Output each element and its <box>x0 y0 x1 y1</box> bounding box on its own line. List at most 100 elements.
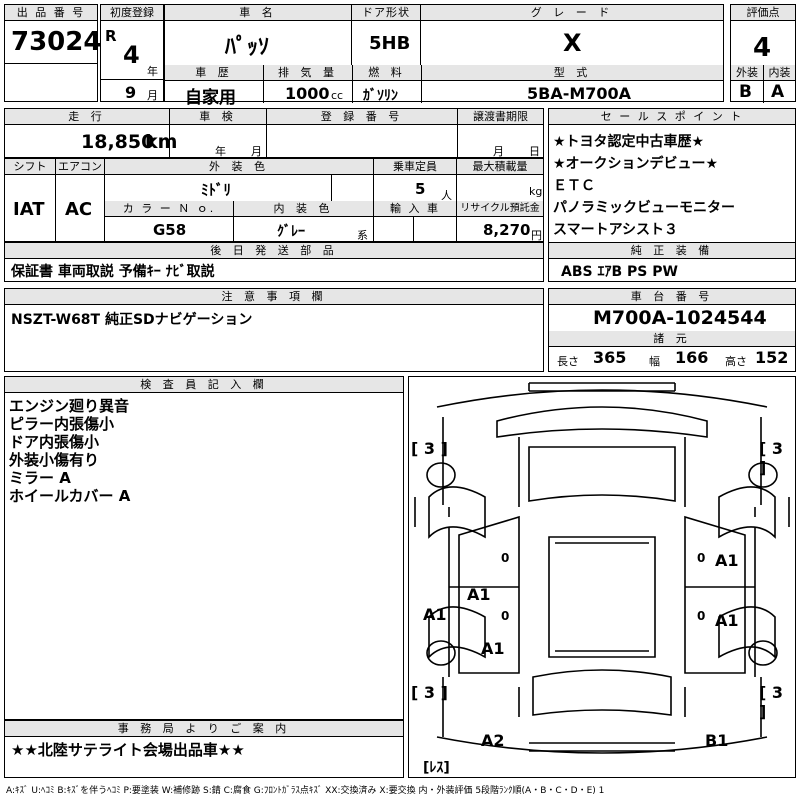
exterior-header: 外装 <box>731 65 763 81</box>
score-header: 評価点 <box>731 5 795 21</box>
transfer-day-unit: 日 <box>529 145 540 158</box>
damage-mark-a1-right-front: A1 <box>715 551 739 570</box>
max-load-unit: kg <box>529 185 543 198</box>
genuine-equip-header: 純 正 装 備 <box>549 243 795 259</box>
damage-mark-a1-left-rear: A1 <box>481 639 505 658</box>
later-parts: 保証書 車両取説 予備ｷｰ ﾅﾋﾞ取説 <box>11 264 215 280</box>
dim-height: 152 <box>755 348 789 367</box>
dim-height-label: 高さ <box>725 355 747 368</box>
transfer-deadline-header: 譲渡書期限 <box>458 109 543 125</box>
inspector-box: 検 査 員 記 入 欄 エンジン廻り異音 ピラー内張傷小 ドア内張傷小 外装小傷… <box>4 376 404 720</box>
mileage: 18,850 <box>81 131 155 153</box>
inspection-header: 車 検 <box>170 109 266 125</box>
reg-month: 9 <box>125 83 137 102</box>
color-no-header: カ ラ ー Ｎ ｏ. <box>105 201 233 217</box>
interior-color-unit: 系 <box>357 229 368 242</box>
capacity: 5 <box>415 180 426 198</box>
exterior-color-header: 外 装 色 <box>105 159 373 175</box>
damage-mark-a1-left-fender: A1 <box>423 605 447 624</box>
mileage-unit: km <box>145 131 178 153</box>
later-parts-header: 後 日 発 送 部 品 <box>5 243 543 259</box>
inspector-header: 検 査 員 記 入 欄 <box>5 377 403 393</box>
door-type-header: ドア形状 <box>352 5 420 21</box>
zero-mark-4: 0 <box>697 609 706 623</box>
chassis-no: M700A-1024544 <box>593 307 767 329</box>
reg-year: 4 <box>123 41 140 69</box>
tire-rear-right-label: [ 3 ] <box>759 683 784 721</box>
door-type: 5HB <box>369 33 411 54</box>
inspection-year-unit: 年 <box>215 145 226 158</box>
notes-box: 注 意 事 項 欄 NSZT-W68T 純正SDナビゲーション <box>4 288 544 372</box>
notes-header: 注 意 事 項 欄 <box>5 289 543 305</box>
dimensions-header: 諸 元 <box>549 331 795 347</box>
reg-year-unit: 年 <box>147 65 158 78</box>
dim-width: 166 <box>675 348 709 367</box>
sales-point-4: パノラミックビューモニター <box>553 200 735 216</box>
car-info-box: 車 名 ドア形状 グ レ ー ド ﾊﾟｯｿ 5HB X 車 歴 排 気 量 燃 … <box>164 4 724 108</box>
car-name: ﾊﾟｯｿ <box>225 35 270 60</box>
shift-header: シフト <box>5 159 55 175</box>
office-info: ★★北陸サテライト会場出品車★★ <box>11 741 245 759</box>
grade-header: グ レ ー ド <box>421 5 723 21</box>
later-parts-box: 後 日 発 送 部 品 保証書 車両取説 予備ｷｰ ﾅﾋﾞ取説 <box>4 242 544 282</box>
capacity-header: 乗車定員 <box>374 159 456 175</box>
transfer-month-unit: 月 <box>493 145 504 158</box>
legend: A:ｷｽﾞ U:ﾍｺﾐ B:ｷｽﾞを伴うﾍｺﾐ P:要塗装 W:補修跡 S:錆 … <box>6 786 605 796</box>
exterior-color: ﾐﾄﾞﾘ <box>201 181 232 199</box>
score: 4 <box>753 33 772 63</box>
genuine-equip: ABS ｴｱB PS PW <box>561 264 678 280</box>
damage-mark-a2: A2 <box>481 731 505 750</box>
dim-width-label: 幅 <box>649 355 660 368</box>
score-box: 評価点 4 外装 内装 B A <box>730 4 796 103</box>
zero-mark-3: 0 <box>501 609 510 623</box>
recycle: 8,270 <box>483 221 531 239</box>
shift: IAT <box>13 199 45 220</box>
dim-length-label: 長さ <box>557 355 579 368</box>
model-type: 5BA-M700A <box>527 84 632 103</box>
damage-mark-a1-right-rear: A1 <box>715 611 739 630</box>
zero-mark-2: 0 <box>697 551 706 565</box>
sales-point-5: スマートアシスト３ <box>553 222 679 238</box>
interior-header: 内装 <box>764 65 795 81</box>
office-info-header: 事 務 局 よ り ご 案 内 <box>5 721 403 737</box>
import-header: 輸 入 車 <box>374 201 456 217</box>
interior-grade: A <box>771 82 785 102</box>
reg-month-unit: 月 <box>147 89 158 102</box>
mileage-header: 走 行 <box>5 109 169 125</box>
tire-front-right-label: [ 3 ] <box>759 439 784 477</box>
spare-tire-label: [ﾚｽ] <box>423 760 450 776</box>
inspection-month-unit: 月 <box>251 145 262 158</box>
fuel-header: 燃 料 <box>353 65 421 81</box>
car-diagram-box: [ 3 ] [ 3 ] [ 3 ] [ 3 ] [ﾚｽ] A1 A1 A1 A1… <box>408 376 796 778</box>
displacement-header: 排 気 量 <box>264 65 352 81</box>
exterior-grade: B <box>739 82 752 102</box>
lot-number-box: 出 品 番 号 73024 <box>4 4 102 102</box>
interior-color-header: 内 装 色 <box>234 201 373 217</box>
sales-point-box: セ ー ル ス ポ イ ン ト ★トヨタ認定中古車歴★ ★オークションデビュー★… <box>548 108 796 254</box>
registration-no-header: 登 録 番 号 <box>267 109 457 125</box>
spec-box: シフト エアコン 外 装 色 乗車定員 最大積載量 IAT AC ﾐﾄﾞﾘ 5 … <box>4 158 544 242</box>
aircon: AC <box>65 199 93 220</box>
displacement-unit: cc <box>331 89 344 102</box>
notes: NSZT-W68T 純正SDナビゲーション <box>11 312 253 328</box>
first-reg-header: 初度登録 <box>101 5 163 21</box>
chassis-no-header: 車 台 番 号 <box>549 289 795 305</box>
sales-point-2: ★オークションデビュー★ <box>553 156 719 172</box>
color-no: G58 <box>153 221 187 239</box>
history-header: 車 歴 <box>165 65 263 81</box>
grade: X <box>563 29 582 57</box>
damage-mark-b1: B1 <box>705 731 729 750</box>
mileage-box: 走 行 車 検 登 録 番 号 譲渡書期限 18,850 km 年 月 月 日 <box>4 108 544 158</box>
sales-point-1: ★トヨタ認定中古車歴★ <box>553 134 705 150</box>
car-name-header: 車 名 <box>165 5 351 21</box>
aircon-header: エアコン <box>56 159 104 175</box>
chassis-box: 車 台 番 号 M700A-1024544 諸 元 長さ 365 幅 166 高… <box>548 288 796 372</box>
interior-color: ｸﾞﾚｰ <box>277 224 305 240</box>
first-reg-box: 初度登録 R 4 年 9 月 <box>100 4 164 102</box>
car-diagram <box>414 382 790 754</box>
inspector-line-6: ホイールカバー A <box>9 487 131 505</box>
displacement: 1000 <box>285 84 330 103</box>
sales-point-3: ＥＴＣ <box>553 178 595 194</box>
genuine-equip-box: 純 正 装 備 ABS ｴｱB PS PW <box>548 242 796 282</box>
lot-number: 73024 <box>11 27 102 57</box>
